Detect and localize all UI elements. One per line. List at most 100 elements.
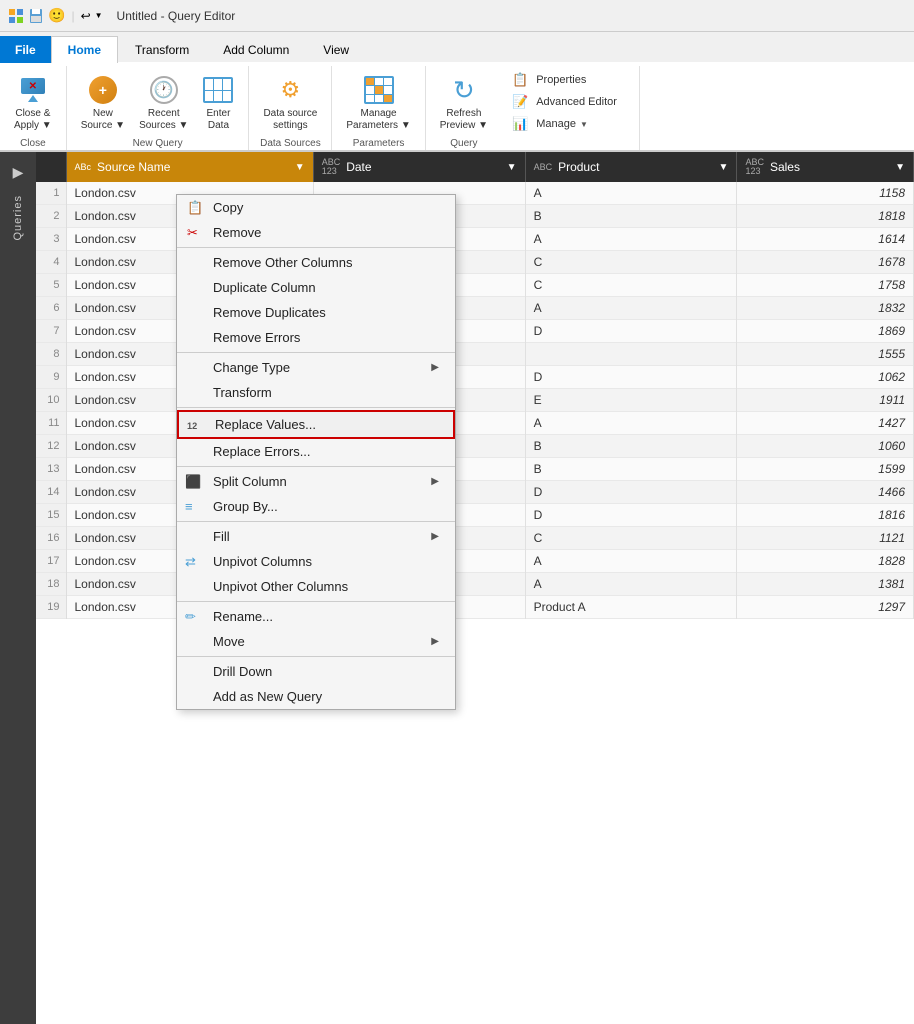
tab-home[interactable]: Home xyxy=(51,36,118,63)
ctx-item-move[interactable]: Move ▶ xyxy=(177,629,455,654)
ctx-item-transform[interactable]: Transform xyxy=(177,380,455,405)
row-num-17: 17 xyxy=(36,550,66,573)
refresh-preview-button[interactable]: ↻ RefreshPreview ▼ xyxy=(434,70,494,136)
col-filter-date[interactable]: ▼ xyxy=(507,162,517,173)
table-row: 5 London.csv C 1758 xyxy=(36,274,914,297)
table-row: 12 London.csv B 1060 xyxy=(36,435,914,458)
row-num-6: 6 xyxy=(36,297,66,320)
properties-icon: 📋 xyxy=(512,72,528,88)
table-row: 14 London.csv D 1466 xyxy=(36,481,914,504)
undo-icon[interactable]: ↩ xyxy=(81,9,91,23)
recent-sources-label: RecentSources ▼ xyxy=(139,108,188,132)
manage-params-button[interactable]: ManageParameters ▼ xyxy=(340,70,416,136)
manage-params-icon xyxy=(363,74,395,106)
cell-sales-12: 1060 xyxy=(737,435,914,458)
cell-product-9: D xyxy=(525,366,737,389)
row-num-2: 2 xyxy=(36,205,66,228)
dropdown-arrow-icon[interactable]: ▼ xyxy=(95,11,103,20)
recent-sources-icon: 🕐 xyxy=(148,74,180,106)
ctx-item-remove[interactable]: ✂ Remove xyxy=(177,220,455,245)
sidebar-expand-button[interactable]: ▶ xyxy=(9,160,28,185)
col-header-date[interactable]: ABC123 Date ▼ xyxy=(313,152,525,182)
ctx-item-unpivot[interactable]: ⇄ Unpivot Columns xyxy=(177,549,455,574)
cell-product-3: A xyxy=(525,228,737,251)
enter-data-icon xyxy=(202,74,234,106)
ctx-item-add-new-query[interactable]: Add as New Query xyxy=(177,684,455,709)
ctx-submenu-arrow-change-type: ▶ xyxy=(431,362,439,373)
ctx-item-replace-values[interactable]: 12 Replace Values... xyxy=(177,410,455,439)
data-area: ABc Source Name ▼ ABC123 Date ▼ xyxy=(36,152,914,1024)
col-header-sales[interactable]: ABC123 Sales ▼ xyxy=(737,152,914,182)
ctx-item-duplicate[interactable]: Duplicate Column xyxy=(177,275,455,300)
split-column-icon: ⬛ xyxy=(185,474,201,490)
ctx-item-fill[interactable]: Fill ▶ xyxy=(177,524,455,549)
table-row: 17 London.csv A 1828 xyxy=(36,550,914,573)
replace-values-icon: 12 xyxy=(187,417,197,431)
ctx-item-rename[interactable]: ✏ Rename... xyxy=(177,604,455,629)
cell-product-15: D xyxy=(525,504,737,527)
ctx-item-replace-errors[interactable]: Replace Errors... xyxy=(177,439,455,464)
advanced-editor-icon: 📝 xyxy=(512,94,528,110)
cell-sales-16: 1121 xyxy=(737,527,914,550)
table-row: 16 London.csv C 1121 xyxy=(36,527,914,550)
cell-product-12: B xyxy=(525,435,737,458)
col-filter-product[interactable]: ▼ xyxy=(719,162,729,173)
ctx-item-remove-other[interactable]: Remove Other Columns xyxy=(177,250,455,275)
recent-sources-button[interactable]: 🕐 RecentSources ▼ xyxy=(133,70,194,136)
col-header-source-name-inner: ABc Source Name ▼ xyxy=(75,160,305,174)
col-label-sales: Sales xyxy=(770,160,800,174)
tab-file[interactable]: File xyxy=(0,36,51,63)
enter-data-button[interactable]: EnterData xyxy=(196,70,240,136)
new-source-button[interactable]: + NewSource ▼ xyxy=(75,70,131,136)
col-header-source-name[interactable]: ABc Source Name ▼ xyxy=(66,152,313,182)
ctx-item-change-type[interactable]: Change Type ▶ xyxy=(177,355,455,380)
table-row: 18 London.csv A 1381 xyxy=(36,573,914,596)
ctx-item-remove-dups[interactable]: Remove Duplicates xyxy=(177,300,455,325)
table-body: 1 London.csv A 1158 2 London.csv B 1818 … xyxy=(36,182,914,619)
cell-sales-17: 1828 xyxy=(737,550,914,573)
save-icon[interactable] xyxy=(28,8,44,24)
ctx-item-group-by[interactable]: ≡ Group By... xyxy=(177,494,455,519)
group-by-icon: ≡ xyxy=(185,499,193,514)
properties-button[interactable]: 📋 Properties xyxy=(506,70,623,90)
col-header-product[interactable]: ABC Product ▼ xyxy=(525,152,737,182)
tab-add-column[interactable]: Add Column xyxy=(206,36,306,63)
cell-product-2: B xyxy=(525,205,737,228)
enter-data-label: EnterData xyxy=(207,108,231,132)
cell-sales-4: 1678 xyxy=(737,251,914,274)
tab-view[interactable]: View xyxy=(306,36,366,63)
col-type-product: ABC xyxy=(534,162,553,172)
ribbon-tabs: File Home Transform Add Column View xyxy=(0,32,914,62)
table-row: 19 London.csv 11/18/2016 Product A 1297 xyxy=(36,596,914,619)
row-num-8: 8 xyxy=(36,343,66,366)
cell-product-19: Product A xyxy=(525,596,737,619)
context-menu: 📋 Copy ✂ Remove Remove Other Columns Dup… xyxy=(176,194,456,710)
col-label-product: Product xyxy=(558,160,599,174)
col-type-date: ABC123 xyxy=(322,158,341,176)
close-apply-button[interactable]: ✕ Close &Apply ▼ xyxy=(8,70,58,136)
ctx-label-unpivot: Unpivot Columns xyxy=(213,554,312,569)
col-filter-sales[interactable]: ▼ xyxy=(895,162,905,173)
data-source-settings-button[interactable]: ⚙ Data sourcesettings xyxy=(257,70,323,136)
tab-transform[interactable]: Transform xyxy=(118,36,206,63)
ctx-item-unpivot-other[interactable]: Unpivot Other Columns xyxy=(177,574,455,599)
smiley-icon: 🙂 xyxy=(48,7,65,24)
advanced-editor-button[interactable]: 📝 Advanced Editor xyxy=(506,92,623,112)
ribbon-group-new-query: + NewSource ▼ 🕐 RecentSources ▼ xyxy=(67,66,250,150)
cell-sales-10: 1911 xyxy=(737,389,914,412)
row-num-15: 15 xyxy=(36,504,66,527)
ctx-item-split-column[interactable]: ⬛ Split Column ▶ xyxy=(177,469,455,494)
col-filter-source[interactable]: ▼ xyxy=(295,162,305,173)
ribbon-group-data-sources: ⚙ Data sourcesettings Data Sources xyxy=(249,66,332,150)
row-num-1: 1 xyxy=(36,182,66,205)
table-row: 3 London.csv A 1614 xyxy=(36,228,914,251)
ctx-item-remove-errors[interactable]: Remove Errors xyxy=(177,325,455,350)
manage-button[interactable]: 📊 Manage ▼ xyxy=(506,114,623,134)
ribbon-right-small-buttons: 📋 Properties 📝 Advanced Editor 📊 Manage … xyxy=(498,66,631,138)
ctx-item-drill-down[interactable]: Drill Down xyxy=(177,659,455,684)
cell-sales-5: 1758 xyxy=(737,274,914,297)
ctx-item-copy[interactable]: 📋 Copy xyxy=(177,195,455,220)
table-row: 2 London.csv B 1818 xyxy=(36,205,914,228)
table-row: 1 London.csv A 1158 xyxy=(36,182,914,205)
row-num-14: 14 xyxy=(36,481,66,504)
